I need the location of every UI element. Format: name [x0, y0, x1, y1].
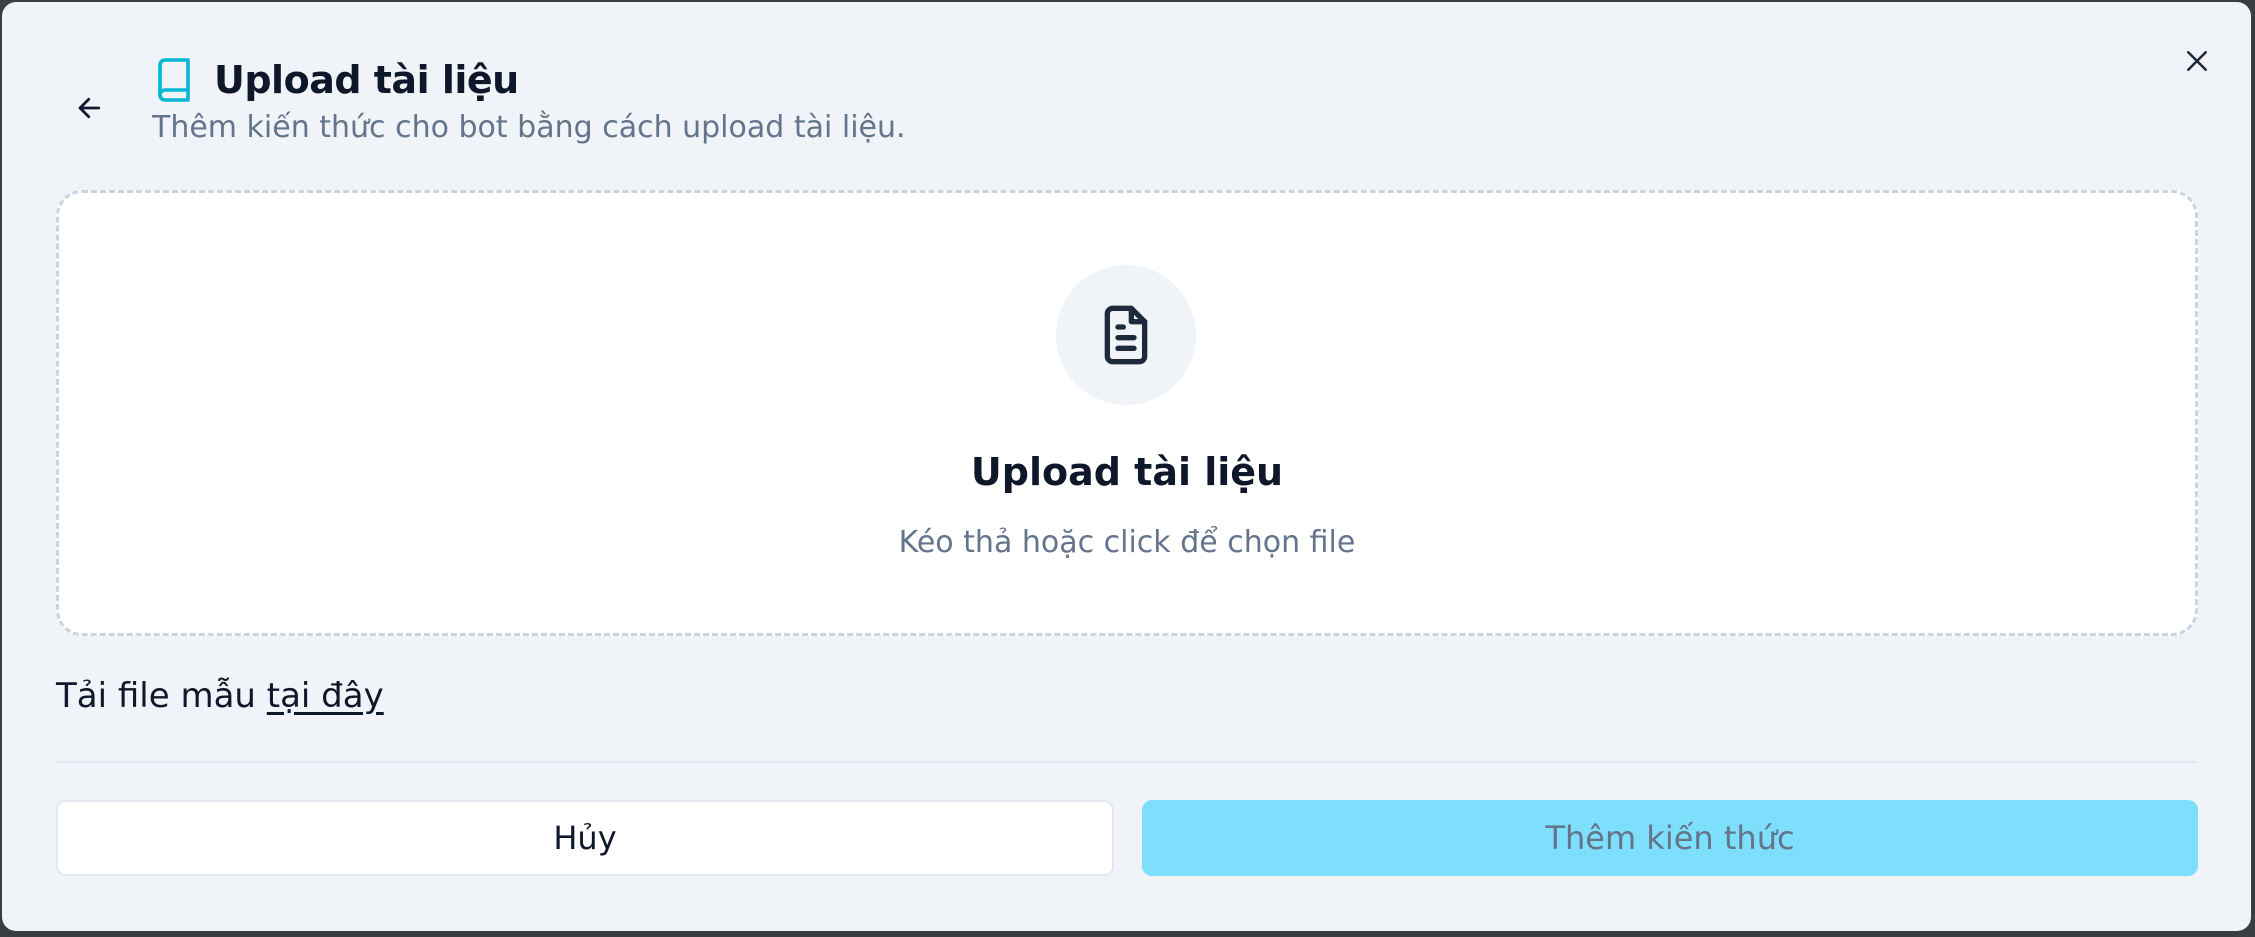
upload-document-modal: Upload tài liệu Thêm kiến thức cho bot b…: [2, 2, 2251, 931]
template-prefix: Tải file mẫu: [56, 676, 256, 716]
modal-subtitle: Thêm kiến thức cho bot bằng cách upload …: [152, 110, 906, 145]
dropzone-title: Upload tài liệu: [970, 450, 1284, 494]
back-button[interactable]: [68, 86, 112, 130]
template-download-row: Tải file mẫu tại đây: [56, 676, 384, 716]
add-knowledge-button[interactable]: Thêm kiến thức: [1142, 800, 2198, 876]
file-dropzone[interactable]: Upload tài liệu Kéo thả hoặc click để ch…: [56, 190, 2198, 636]
arrow-left-icon: [78, 97, 101, 119]
file-text-icon: [1104, 305, 1148, 365]
close-button[interactable]: [2172, 36, 2222, 86]
modal-header: Upload tài liệu: [154, 54, 519, 106]
book-icon: [154, 57, 194, 103]
footer-divider: [56, 761, 2198, 763]
file-icon-circle: [1056, 265, 1196, 405]
modal-title: Upload tài liệu: [214, 58, 519, 102]
close-icon: [2187, 51, 2207, 71]
cancel-button[interactable]: Hủy: [56, 800, 1114, 876]
template-download-link[interactable]: tại đây: [267, 676, 384, 716]
dropzone-hint: Kéo thả hoặc click để chọn file: [898, 525, 1356, 560]
